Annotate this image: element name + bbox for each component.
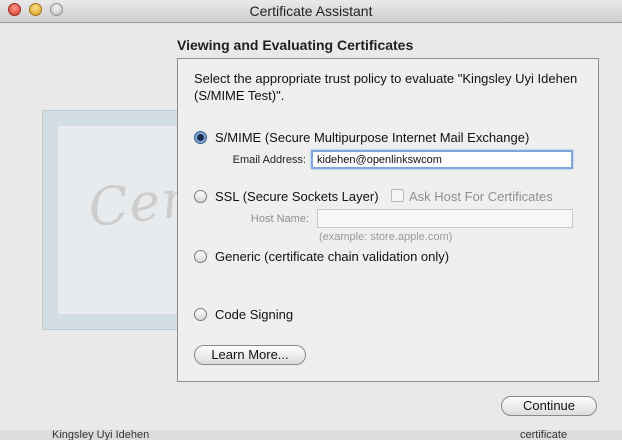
trust-policy-panel: Select the appropriate trust policy to e…	[177, 58, 599, 382]
smime-label[interactable]: S/MIME (Secure Multipurpose Internet Mai…	[215, 130, 529, 145]
ask-host-label: Ask Host For Certificates	[409, 189, 553, 204]
background-row-name: Kingsley Uyi Idehen	[52, 429, 150, 440]
window-title: Certificate Assistant	[249, 3, 373, 19]
ssl-label[interactable]: SSL (Secure Sockets Layer)	[215, 189, 379, 204]
learn-more-button[interactable]: Learn More...	[194, 345, 306, 365]
generic-label[interactable]: Generic (certificate chain validation on…	[215, 249, 449, 264]
smime-radio[interactable]	[194, 131, 207, 144]
email-address-field[interactable]	[311, 150, 573, 169]
title-bar: Certificate Assistant	[0, 0, 622, 23]
ssl-radio[interactable]	[194, 190, 207, 203]
ask-host-checkbox[interactable]	[391, 189, 404, 202]
page-heading: Viewing and Evaluating Certificates	[177, 37, 414, 53]
generic-radio[interactable]	[194, 250, 207, 263]
code-signing-label[interactable]: Code Signing	[215, 307, 293, 322]
code-signing-radio[interactable]	[194, 308, 207, 321]
certificate-assistant-window: Certificate Assistant Certificate Viewin…	[0, 0, 622, 440]
host-name-field[interactable]	[317, 209, 573, 228]
host-name-hint: (example: store.apple.com)	[319, 231, 453, 243]
email-address-label: Email Address:	[232, 154, 306, 166]
host-name-label: Host Name:	[250, 213, 309, 225]
intro-text: Select the appropriate trust policy to e…	[194, 71, 578, 103]
continue-button[interactable]: Continue	[501, 396, 597, 416]
background-row-kind: certificate	[520, 429, 568, 440]
